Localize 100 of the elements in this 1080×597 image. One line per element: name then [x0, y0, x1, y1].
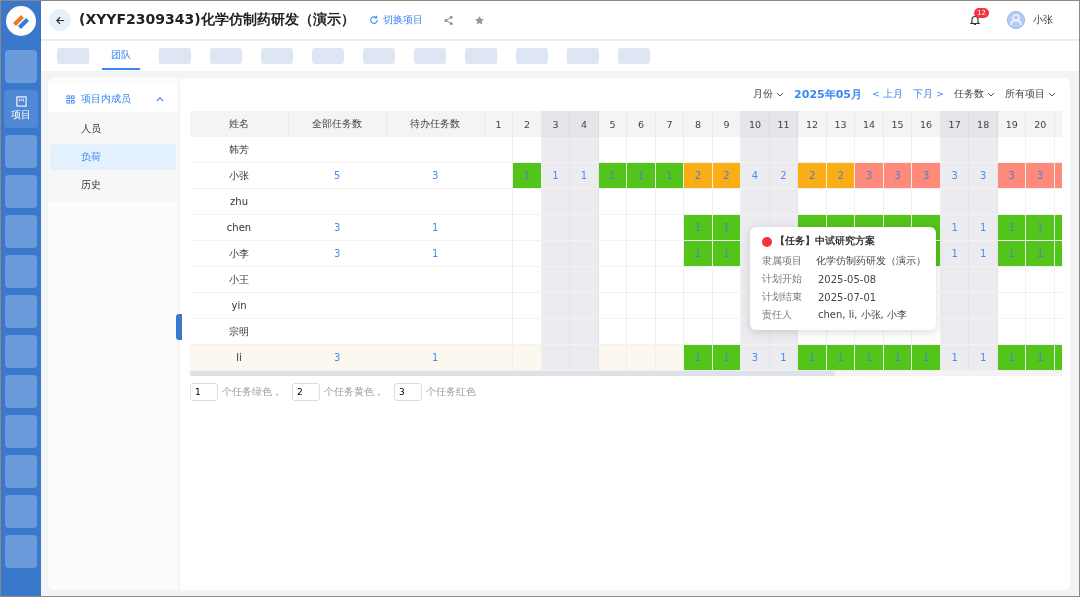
day-header: 16	[911, 111, 941, 137]
tab-placeholder[interactable]	[210, 48, 242, 64]
day-header: 14	[854, 111, 884, 137]
day-header: 9	[712, 111, 741, 137]
day-header: 15	[883, 111, 912, 137]
share-icon[interactable]	[442, 14, 454, 26]
refresh-icon	[368, 15, 379, 25]
name-cell: 小张	[190, 162, 289, 189]
sidebar-item[interactable]: 历史	[50, 172, 176, 198]
nav-tile[interactable]	[5, 335, 37, 368]
legend-text: 个任务绿色，	[222, 385, 282, 399]
metric-dropdown[interactable]: 任务数	[954, 87, 995, 101]
day-header: 20	[1025, 111, 1055, 137]
tab-placeholder[interactable]	[567, 48, 599, 64]
count-cell[interactable]: 1	[386, 240, 485, 267]
nav-item[interactable]: 项目	[4, 90, 38, 128]
day-header: 4	[569, 111, 599, 137]
tab-placeholder[interactable]	[159, 48, 191, 64]
name-cell: 小李	[190, 240, 289, 267]
day-header: 5	[598, 111, 627, 137]
grid-icon	[66, 94, 75, 104]
tab-placeholder[interactable]	[363, 48, 395, 64]
name-cell: 韩芳	[190, 137, 289, 163]
board-icon	[15, 96, 27, 107]
count-cell[interactable]: 5	[288, 162, 387, 189]
day-header: 11	[769, 111, 798, 137]
sidebar-item[interactable]: 人员	[50, 116, 176, 142]
column-header: 待办任务数	[386, 111, 485, 137]
nav-tile[interactable]	[5, 455, 37, 488]
nav-tile[interactable]	[5, 135, 37, 168]
nav-tile[interactable]	[5, 215, 37, 248]
legend-text: 个任务黄色，	[324, 385, 384, 399]
nav-tile[interactable]	[5, 295, 37, 328]
day-header: 1	[484, 111, 513, 137]
day-header: 8	[683, 111, 713, 137]
count-cell[interactable]: 1	[386, 214, 485, 241]
bell-icon[interactable]	[969, 14, 981, 26]
nav-tile[interactable]	[5, 375, 37, 408]
tab-placeholder[interactable]	[618, 48, 650, 64]
current-month: 2025年05月	[794, 86, 863, 102]
count-cell[interactable]: 1	[386, 344, 485, 371]
back-button[interactable]	[49, 9, 71, 31]
project-title: (XYYF2309343)化学仿制药研发（演示）	[79, 11, 355, 29]
star-icon[interactable]	[473, 14, 485, 26]
tab[interactable]: 团队	[102, 42, 140, 70]
day-header: 17	[940, 111, 969, 137]
tab-placeholder[interactable]	[465, 48, 497, 64]
count-cell[interactable]: 3	[288, 240, 387, 267]
logo-icon	[5, 5, 37, 37]
user-name[interactable]: 小张	[1033, 13, 1053, 27]
prev-month-link[interactable]: < 上月	[872, 87, 903, 101]
tab-placeholder[interactable]	[57, 48, 89, 64]
project-dropdown[interactable]: 所有项目	[1005, 87, 1056, 101]
nav-tile[interactable]	[5, 535, 37, 568]
chevron-down-icon	[987, 91, 995, 97]
day-header: 12	[797, 111, 827, 137]
nav-tile[interactable]	[5, 415, 37, 448]
switch-project-button[interactable]: 切换项目	[368, 13, 423, 27]
month-filter-dropdown[interactable]: 月份	[753, 87, 785, 101]
column-header: 姓名	[190, 111, 289, 137]
field-value: 化学仿制药研发（演示）	[816, 254, 926, 268]
legend-text: 个任务红色	[426, 385, 476, 399]
threshold-field[interactable]: 2	[292, 383, 320, 401]
field-label: 责任人	[762, 308, 793, 322]
day-header: 18	[968, 111, 998, 137]
day-header: 10	[740, 111, 770, 137]
day-header: 2	[512, 111, 542, 137]
sidebar-item[interactable]: 负荷	[50, 144, 176, 170]
tab-placeholder[interactable]	[414, 48, 446, 64]
horizontal-scrollbar[interactable]	[190, 371, 1062, 376]
name-cell: li	[190, 344, 289, 371]
count-cell[interactable]: 3	[288, 344, 387, 371]
tab-placeholder[interactable]	[516, 48, 548, 64]
field-value: 2025-05-08	[818, 273, 877, 285]
nav-tile[interactable]	[5, 175, 37, 208]
name-cell: chen	[190, 214, 289, 241]
day-header: 3	[541, 111, 570, 137]
collapse-handle[interactable]	[176, 314, 182, 340]
count-cell[interactable]: 3	[386, 162, 485, 189]
next-month-link[interactable]: 下月 >	[913, 87, 944, 101]
chevron-down-icon	[776, 91, 785, 97]
day-header: 7	[655, 111, 684, 137]
threshold-field[interactable]: 1	[190, 383, 218, 401]
count-cell[interactable]: 3	[288, 214, 387, 241]
tab-placeholder[interactable]	[261, 48, 293, 64]
day-header: 6	[626, 111, 656, 137]
nav-tile[interactable]	[5, 50, 37, 83]
chevron-icon	[156, 96, 164, 102]
nav-tile[interactable]	[5, 495, 37, 528]
nav-tile[interactable]	[5, 255, 37, 288]
threshold-field[interactable]: 3	[394, 383, 422, 401]
name-cell: 小王	[190, 266, 289, 293]
field-label: 计划开始	[762, 272, 803, 286]
column-header: 全部任务数	[288, 111, 387, 137]
field-value: 2025-07-01	[818, 291, 877, 303]
field-value: chen, li, 小张, 小李	[818, 308, 907, 322]
avatar-icon[interactable]	[1007, 11, 1025, 29]
chevron-down-icon	[1048, 91, 1056, 97]
field-label: 隶属项目	[762, 254, 803, 268]
tab-placeholder[interactable]	[312, 48, 344, 64]
